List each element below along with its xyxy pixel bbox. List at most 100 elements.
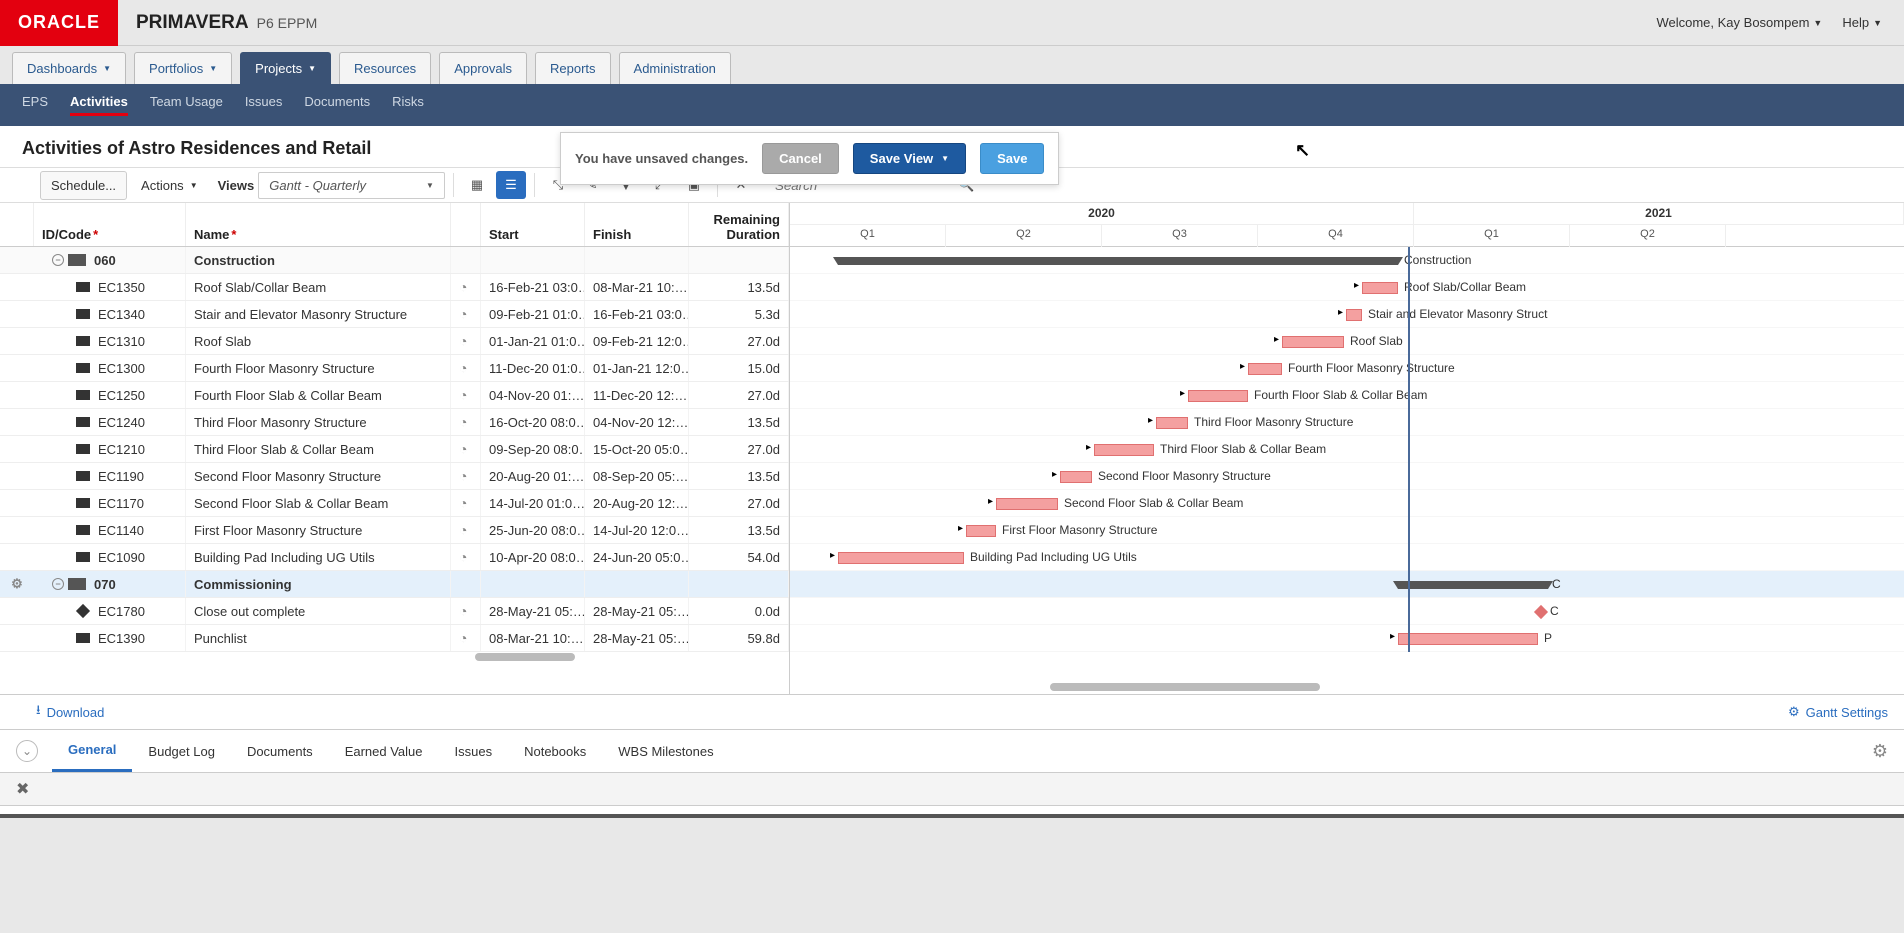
cell-discussion[interactable]: ◔ <box>451 598 481 624</box>
discussion-icon[interactable]: ◔ <box>459 441 467 457</box>
discussion-icon[interactable]: ◔ <box>459 333 467 349</box>
help-menu[interactable]: Help▼ <box>1842 15 1882 30</box>
activity-row[interactable]: EC1390Punchlist◔08-Mar-21 10:…28-May-21 … <box>0 625 789 652</box>
task-bar[interactable] <box>1060 471 1092 483</box>
tab-portfolios[interactable]: Portfolios▼ <box>134 52 232 84</box>
col-header-id[interactable]: ID/Code* <box>34 203 186 246</box>
activity-row[interactable]: EC1210Third Floor Slab & Collar Beam◔09-… <box>0 436 789 463</box>
welcome-user-menu[interactable]: Welcome, Kay Bosompem▼ <box>1656 15 1822 30</box>
cell-discussion[interactable]: ◔ <box>451 517 481 543</box>
gantt-row[interactable]: ▸Roof Slab/Collar Beam <box>790 274 1904 301</box>
scrollbar-thumb[interactable] <box>475 653 575 661</box>
task-bar[interactable] <box>1094 444 1154 456</box>
task-bar[interactable] <box>1346 309 1362 321</box>
activity-row[interactable]: EC1350Roof Slab/Collar Beam◔16-Feb-21 03… <box>0 274 789 301</box>
subtab-eps[interactable]: EPS <box>22 94 48 116</box>
discussion-icon[interactable]: ◔ <box>459 387 467 403</box>
schedule-button[interactable]: Schedule... <box>40 171 127 200</box>
activity-row[interactable]: EC1310Roof Slab◔01-Jan-21 01:0…09-Feb-21… <box>0 328 789 355</box>
gantt-hscrollbar[interactable] <box>790 682 1904 692</box>
download-link[interactable]: ⭳Download <box>36 701 104 723</box>
discussion-icon[interactable]: ◔ <box>459 360 467 376</box>
gantt-row[interactable]: ▸P <box>790 625 1904 652</box>
wbs-row[interactable]: −060Construction <box>0 247 789 274</box>
col-header-name[interactable]: Name* <box>186 203 451 246</box>
activity-row[interactable]: EC1090Building Pad Including UG Utils◔10… <box>0 544 789 571</box>
activity-row[interactable]: EC1140First Floor Masonry Structure◔25-J… <box>0 517 789 544</box>
cell-discussion[interactable]: ◔ <box>451 274 481 300</box>
cell-discussion[interactable]: ◔ <box>451 544 481 570</box>
collapse-icon[interactable]: − <box>52 254 64 266</box>
tab-approvals[interactable]: Approvals <box>439 52 527 84</box>
subtab-team-usage[interactable]: Team Usage <box>150 94 223 116</box>
tab-administration[interactable]: Administration <box>619 52 731 84</box>
gantt-row[interactable]: ▸Second Floor Slab & Collar Beam <box>790 490 1904 517</box>
wbs-row[interactable]: ⚙−070Commissioning <box>0 571 789 598</box>
col-header-finish[interactable]: Finish <box>585 203 689 246</box>
details-settings-icon[interactable]: ⚙ <box>1872 741 1888 762</box>
subtab-risks[interactable]: Risks <box>392 94 424 116</box>
task-bar[interactable] <box>1362 282 1398 294</box>
gantt-row[interactable]: C <box>790 571 1904 598</box>
col-header-start[interactable]: Start <box>481 203 585 246</box>
tab-dashboards[interactable]: Dashboards▼ <box>12 52 126 84</box>
gantt-body[interactable]: Construction▸Roof Slab/Collar Beam▸Stair… <box>790 247 1904 652</box>
discussion-icon[interactable]: ◔ <box>459 522 467 538</box>
gantt-row[interactable]: C <box>790 598 1904 625</box>
gantt-row[interactable]: ▸Fourth Floor Masonry Structure <box>790 355 1904 382</box>
discussion-icon[interactable]: ◔ <box>459 414 467 430</box>
activity-row[interactable]: EC1240Third Floor Masonry Structure◔16-O… <box>0 409 789 436</box>
table-hscrollbar[interactable] <box>0 652 789 662</box>
save-button[interactable]: Save <box>980 143 1044 174</box>
gantt-row[interactable]: ▸Third Floor Masonry Structure <box>790 409 1904 436</box>
task-bar[interactable] <box>966 525 996 537</box>
cell-discussion[interactable]: ◔ <box>451 355 481 381</box>
cell-discussion[interactable]: ◔ <box>451 625 481 651</box>
gantt-settings-link[interactable]: ⚙Gantt Settings <box>1788 704 1888 720</box>
task-bar[interactable] <box>838 552 964 564</box>
collapse-icon[interactable]: − <box>52 578 64 590</box>
cell-discussion[interactable]: ◔ <box>451 436 481 462</box>
gantt-row[interactable]: ▸Building Pad Including UG Utils <box>790 544 1904 571</box>
cell-discussion[interactable]: ◔ <box>451 382 481 408</box>
col-header-duration[interactable]: Remaining Duration <box>689 203 789 246</box>
activity-row[interactable]: EC1190Second Floor Masonry Structure◔20-… <box>0 463 789 490</box>
gantt-row[interactable]: ▸First Floor Masonry Structure <box>790 517 1904 544</box>
tab-earned-value[interactable]: Earned Value <box>329 732 439 771</box>
subtab-issues[interactable]: Issues <box>245 94 283 116</box>
cell-discussion[interactable] <box>451 571 481 597</box>
activity-row[interactable]: EC1780Close out complete◔28-May-21 05:…2… <box>0 598 789 625</box>
discussion-icon[interactable]: ◔ <box>459 495 467 511</box>
activity-row[interactable]: EC1250Fourth Floor Slab & Collar Beam◔04… <box>0 382 789 409</box>
tab-resources[interactable]: Resources <box>339 52 431 84</box>
activity-row[interactable]: EC1170Second Floor Slab & Collar Beam◔14… <box>0 490 789 517</box>
activity-row[interactable]: EC1300Fourth Floor Masonry Structure◔11-… <box>0 355 789 382</box>
actions-menu[interactable]: Actions▼ <box>131 172 208 199</box>
tab-issues[interactable]: Issues <box>439 732 509 771</box>
discussion-icon[interactable]: ◔ <box>459 279 467 295</box>
cancel-button[interactable]: Cancel <box>762 143 839 174</box>
task-bar[interactable] <box>996 498 1058 510</box>
discussion-icon[interactable]: ◔ <box>459 630 467 646</box>
activity-row[interactable]: EC1340Stair and Elevator Masonry Structu… <box>0 301 789 328</box>
tab-documents[interactable]: Documents <box>231 732 329 771</box>
gantt-row[interactable]: ▸Fourth Floor Slab & Collar Beam <box>790 382 1904 409</box>
table-body[interactable]: −060ConstructionEC1350Roof Slab/Collar B… <box>0 247 789 652</box>
cell-discussion[interactable]: ◔ <box>451 463 481 489</box>
discussion-icon[interactable]: ◔ <box>459 468 467 484</box>
row-gear-icon[interactable]: ⚙ <box>11 576 23 592</box>
tab-budget-log[interactable]: Budget Log <box>132 732 231 771</box>
cell-discussion[interactable]: ◔ <box>451 328 481 354</box>
cell-discussion[interactable]: ◔ <box>451 301 481 327</box>
cell-discussion[interactable]: ◔ <box>451 490 481 516</box>
subtab-activities[interactable]: Activities <box>70 94 128 116</box>
task-bar[interactable] <box>1188 390 1248 402</box>
scrollbar-thumb[interactable] <box>1050 683 1320 691</box>
task-bar[interactable] <box>1282 336 1344 348</box>
gantt-row[interactable]: ▸Roof Slab <box>790 328 1904 355</box>
gantt-row[interactable]: Construction <box>790 247 1904 274</box>
task-bar[interactable] <box>1248 363 1282 375</box>
gantt-row[interactable]: ▸Third Floor Slab & Collar Beam <box>790 436 1904 463</box>
save-view-button[interactable]: Save View▼ <box>853 143 966 174</box>
gantt-view-icon[interactable]: ☰ <box>496 171 526 199</box>
